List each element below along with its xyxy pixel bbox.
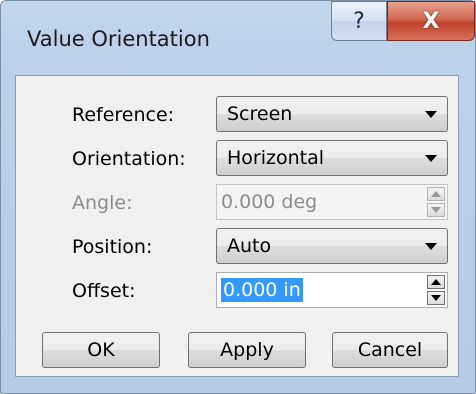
offset-value[interactable]: 0.000 in	[221, 278, 303, 302]
close-button[interactable]: X	[387, 1, 475, 41]
spin-up-button	[427, 187, 445, 201]
arrow-up-icon	[431, 191, 441, 197]
spin-down-button	[427, 203, 445, 217]
chevron-down-icon	[425, 111, 437, 118]
angle-field: 0.000 deg	[216, 184, 448, 220]
apply-button[interactable]: Apply	[188, 332, 306, 368]
position-dropdown[interactable]: Auto	[216, 228, 448, 264]
orientation-dropdown[interactable]: Horizontal	[216, 140, 448, 176]
reference-label: Reference:	[72, 104, 175, 126]
help-button[interactable]: ?	[331, 1, 387, 41]
chevron-down-icon	[425, 243, 437, 250]
offset-label: Offset:	[72, 280, 136, 302]
chevron-down-icon	[425, 155, 437, 162]
angle-label: Angle:	[72, 192, 133, 214]
orientation-value: Horizontal	[227, 147, 325, 169]
cancel-button[interactable]: Cancel	[332, 332, 448, 368]
arrow-up-icon	[431, 279, 441, 285]
spin-up-button[interactable]	[427, 275, 445, 289]
dialog-body: Reference: Screen Orientation: Horizonta…	[15, 75, 459, 377]
help-icon: ?	[353, 8, 365, 34]
angle-value: 0.000 deg	[221, 191, 318, 213]
arrow-down-icon	[431, 295, 441, 301]
window-title: Value Orientation	[27, 27, 210, 51]
reference-dropdown[interactable]: Screen	[216, 96, 448, 132]
close-icon: X	[422, 8, 440, 34]
position-value: Auto	[227, 235, 272, 257]
title-bar[interactable]: Value Orientation ? X	[1, 1, 475, 75]
offset-field[interactable]: 0.000 in	[216, 272, 448, 308]
offset-spinner[interactable]	[427, 275, 445, 305]
angle-spinner	[427, 187, 445, 217]
position-label: Position:	[72, 236, 153, 258]
reference-value: Screen	[227, 103, 293, 125]
ok-button[interactable]: OK	[42, 332, 160, 368]
dialog-window: Value Orientation ? X Reference: Screen …	[0, 0, 476, 394]
orientation-label: Orientation:	[72, 148, 186, 170]
spin-down-button[interactable]	[427, 291, 445, 305]
arrow-down-icon	[431, 207, 441, 213]
